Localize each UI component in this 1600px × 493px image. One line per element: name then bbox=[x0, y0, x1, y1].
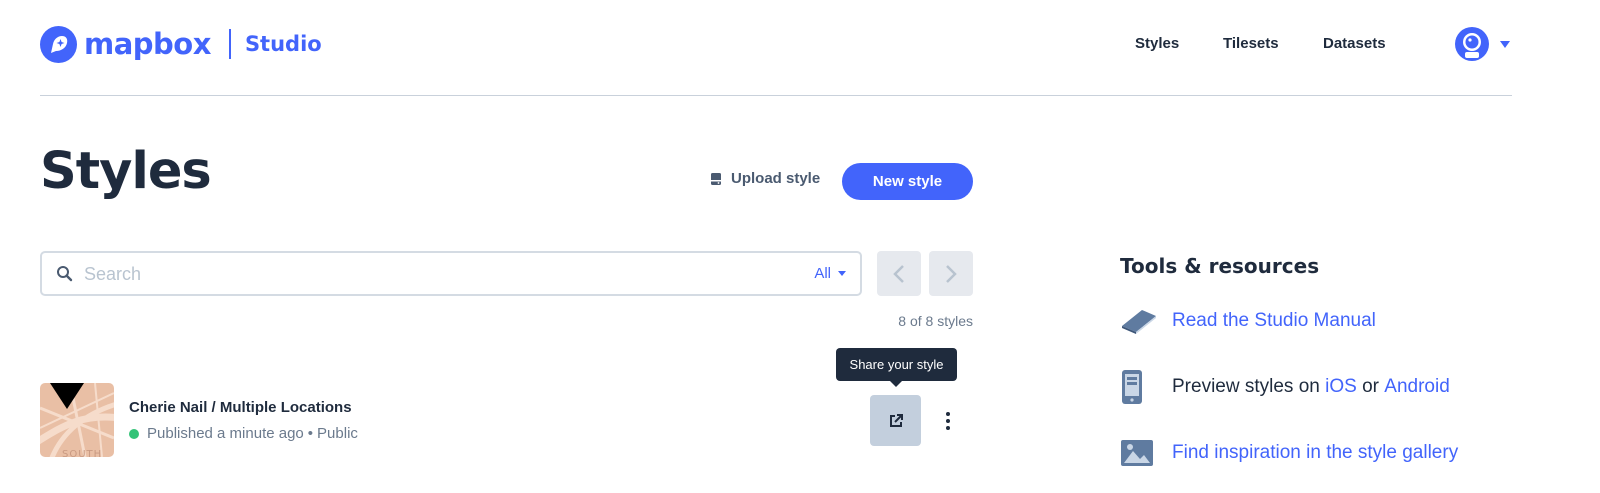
user-menu-button[interactable] bbox=[1455, 27, 1510, 61]
next-page-button[interactable] bbox=[929, 251, 973, 296]
tool-item-gallery: Find inspiration in the style gallery bbox=[1120, 435, 1458, 471]
caret-down-icon bbox=[838, 271, 846, 276]
avatar-icon bbox=[1455, 27, 1489, 61]
chevron-right-icon bbox=[946, 264, 957, 283]
previous-page-button[interactable] bbox=[877, 251, 921, 296]
search-box: All bbox=[40, 251, 862, 296]
logo-text: mapbox bbox=[84, 27, 211, 61]
chevron-down-icon bbox=[1500, 40, 1510, 48]
more-dot bbox=[946, 426, 950, 430]
style-gallery-link[interactable]: Find inspiration in the style gallery bbox=[1172, 442, 1458, 464]
book-icon bbox=[1120, 303, 1160, 339]
upload-icon bbox=[711, 172, 721, 185]
more-dot bbox=[946, 412, 950, 416]
more-options-button[interactable] bbox=[934, 407, 962, 435]
svg-text:SOUTH: SOUTH bbox=[62, 449, 102, 457]
upload-style-label: Upload style bbox=[731, 170, 821, 187]
brand-logo[interactable]: mapbox Studio bbox=[40, 25, 322, 63]
style-status: Published a minute ago bbox=[147, 425, 304, 442]
share-tooltip: Share your style bbox=[836, 348, 957, 387]
chevron-left-icon bbox=[893, 264, 904, 283]
search-icon bbox=[57, 266, 73, 282]
map-thumbnail-image: SOUTH bbox=[40, 383, 114, 457]
filter-dropdown[interactable]: All bbox=[814, 265, 846, 282]
preview-prefix: Preview styles on bbox=[1172, 376, 1320, 397]
tool-item-preview: Preview styles on iOS or Android bbox=[1120, 369, 1450, 405]
nav-datasets-link[interactable]: Datasets bbox=[1323, 35, 1386, 52]
mapbox-logo-icon bbox=[40, 25, 77, 63]
status-dot bbox=[129, 428, 139, 439]
nav-tilesets-link[interactable]: Tilesets bbox=[1223, 35, 1279, 52]
header-bar: mapbox Studio Styles Tilesets Datasets bbox=[40, 0, 1512, 96]
style-count: 8 of 8 styles bbox=[898, 313, 973, 329]
share-icon bbox=[889, 413, 903, 427]
more-dot bbox=[946, 419, 950, 423]
share-style-button[interactable] bbox=[870, 395, 921, 446]
or-text: or bbox=[1362, 376, 1379, 397]
style-name[interactable]: Cherie Nail / Multiple Locations bbox=[129, 399, 352, 416]
ios-link[interactable]: iOS bbox=[1325, 376, 1357, 398]
filter-value: All bbox=[814, 265, 831, 282]
tool-item-manual: Read the Studio Manual bbox=[1120, 303, 1376, 339]
phone-icon bbox=[1120, 369, 1160, 405]
new-style-button[interactable]: New style bbox=[842, 163, 973, 200]
product-name: Studio bbox=[244, 32, 322, 56]
style-list-item[interactable]: SOUTH Cherie Nail / Multiple Locations P… bbox=[40, 383, 973, 458]
style-thumbnail[interactable]: SOUTH bbox=[40, 383, 114, 457]
meta-separator: • bbox=[307, 425, 314, 442]
brand-divider bbox=[228, 29, 231, 59]
style-visibility: Public bbox=[317, 425, 358, 442]
page-title: Styles bbox=[40, 142, 212, 201]
nav-styles-link[interactable]: Styles bbox=[1135, 35, 1179, 52]
studio-manual-link[interactable]: Read the Studio Manual bbox=[1172, 310, 1376, 332]
search-input[interactable] bbox=[84, 261, 784, 287]
tools-heading: Tools & resources bbox=[1120, 254, 1320, 278]
image-icon bbox=[1120, 435, 1160, 471]
upload-style-button[interactable]: Upload style bbox=[710, 170, 820, 187]
android-link[interactable]: Android bbox=[1384, 376, 1450, 398]
style-meta: Published a minute ago • Public bbox=[129, 425, 358, 442]
